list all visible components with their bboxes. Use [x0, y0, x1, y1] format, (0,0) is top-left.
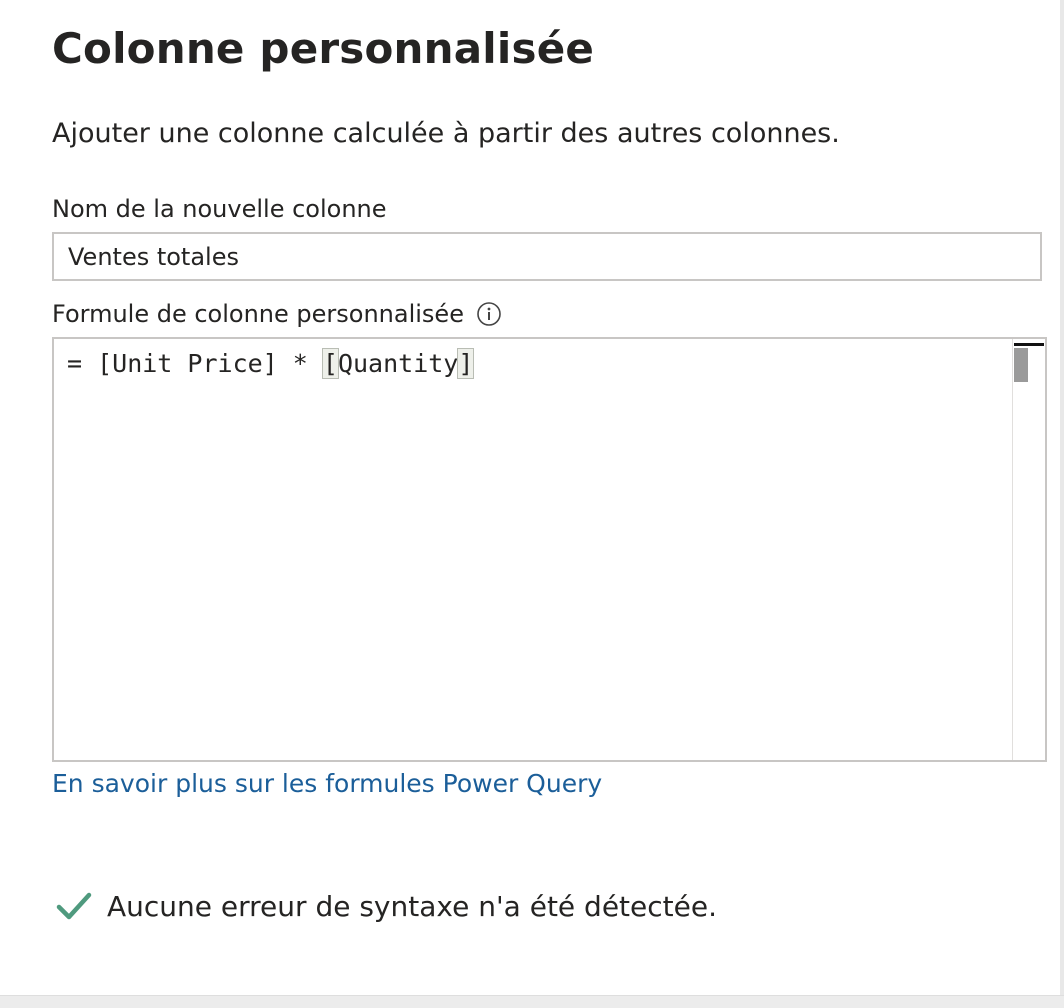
info-icon[interactable] [476, 301, 502, 327]
bracket-match-open: [ [321, 348, 339, 379]
checkmark-icon [56, 892, 92, 920]
scrollbar-thumb[interactable] [1014, 348, 1028, 382]
bracket-match-close: ] [457, 348, 475, 379]
scrollbar-top-marker [1014, 343, 1044, 346]
formula-code-line[interactable]: = [Unit Price] * [Quantity] [67, 347, 475, 381]
dialog-description: Ajouter une colonne calculée à partir de… [52, 118, 840, 149]
syntax-status: Aucune erreur de syntaxe n'a été détecté… [56, 888, 717, 924]
formula-scrollbar[interactable] [1012, 339, 1045, 760]
formula-label: Formule de colonne personnalisée [52, 300, 502, 328]
column-name-label: Nom de la nouvelle colonne [52, 195, 387, 223]
learn-more-link[interactable]: En savoir plus sur les formules Power Qu… [52, 769, 602, 798]
syntax-status-text: Aucune erreur de syntaxe n'a été détecté… [107, 889, 717, 923]
formula-code-identifier: Quantity [337, 349, 459, 378]
window-bottom-edge [0, 995, 1064, 1008]
window-right-edge [1060, 0, 1064, 1008]
column-name-input[interactable] [52, 232, 1042, 281]
formula-label-text: Formule de colonne personnalisée [52, 300, 464, 328]
custom-column-dialog: Colonne personnalisée Ajouter une colonn… [0, 0, 1064, 1008]
column-name-label-text: Nom de la nouvelle colonne [52, 195, 387, 223]
formula-editor[interactable]: = [Unit Price] * [Quantity] [52, 337, 1047, 762]
formula-code-prefix: = [Unit Price] * [67, 349, 323, 378]
dialog-title: Colonne personnalisée [52, 24, 595, 73]
